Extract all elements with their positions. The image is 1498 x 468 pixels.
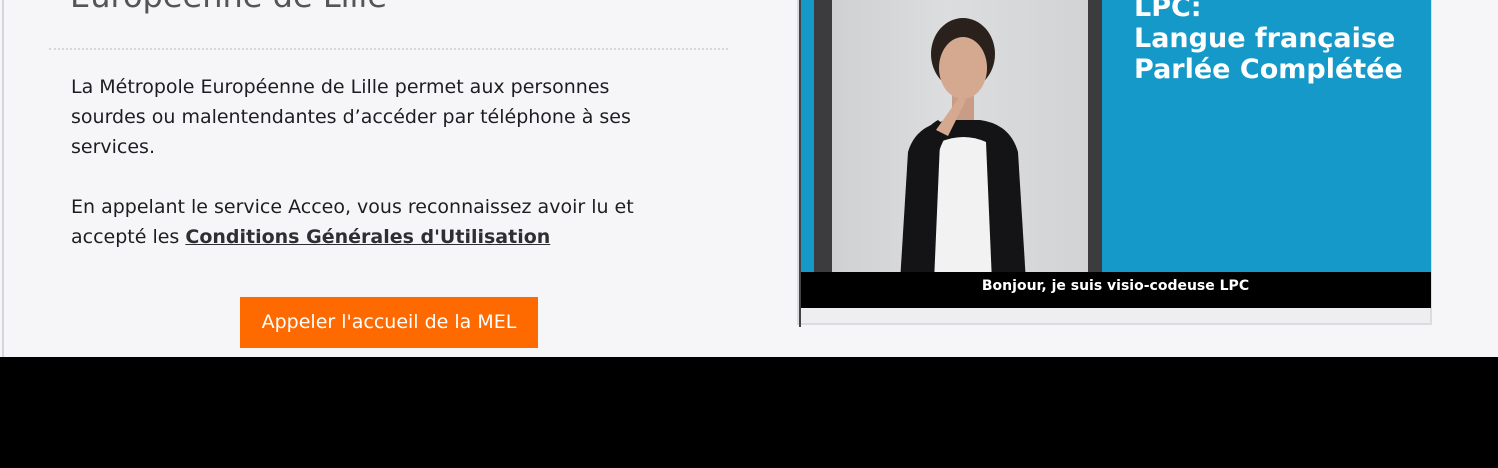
content-border bbox=[2, 0, 4, 357]
video-gray-strip bbox=[814, 0, 832, 282]
page-content: Européenne de Lille La Métropole Europée… bbox=[0, 0, 1498, 357]
dotted-divider bbox=[49, 48, 728, 50]
video-left-panel bbox=[800, 0, 814, 282]
cgu-link[interactable]: Conditions Générales d'Utilisation bbox=[185, 226, 550, 248]
intro-text: La Métropole Européenne de Lille permet … bbox=[71, 76, 631, 158]
video-player[interactable]: LPC: Langue française Parlée Complétée B… bbox=[800, 0, 1431, 308]
video-gray-strip-right bbox=[1088, 0, 1102, 282]
video-subtitle: Bonjour, je suis visio-codeuse LPC bbox=[800, 272, 1431, 308]
black-footer-area bbox=[0, 357, 1498, 468]
video-frame: LPC: Langue française Parlée Complétée B… bbox=[797, 0, 1432, 327]
section-heading: Européenne de Lille bbox=[70, 0, 387, 16]
camisole-shape bbox=[934, 137, 992, 282]
consent-text: En appelant le service Acceo, vous recon… bbox=[71, 192, 671, 252]
lpc-panel-title: LPC: Langue française Parlée Complétée bbox=[1134, 0, 1403, 85]
call-mel-button[interactable]: Appeler l'accueil de la MEL bbox=[240, 297, 538, 348]
video-frame-edge bbox=[799, 0, 801, 327]
face-shape bbox=[939, 37, 987, 99]
visio-codeuse-figure bbox=[900, 18, 1026, 282]
